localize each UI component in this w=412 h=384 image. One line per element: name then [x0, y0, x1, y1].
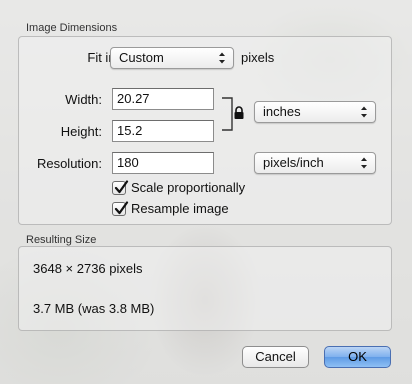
resulting-pixels: 3648 × 2736 pixels	[33, 261, 143, 276]
cancel-button[interactable]: Cancel	[242, 346, 309, 368]
resolution-unit-value: pixels/inch	[263, 155, 324, 170]
fit-into-value: Custom	[119, 50, 164, 65]
width-label: Width:	[65, 92, 102, 107]
checkmark-icon	[114, 179, 129, 193]
resolution-field[interactable]: 180	[112, 152, 214, 174]
popup-arrows-icon	[361, 106, 367, 118]
fit-into-unit: pixels	[241, 50, 275, 65]
checkbox-box[interactable]	[112, 200, 129, 216]
checkmark-icon	[114, 200, 129, 214]
resulting-size-group	[18, 246, 392, 331]
size-unit-popup[interactable]: inches	[254, 101, 376, 123]
height-label: Height:	[60, 124, 102, 139]
ok-button[interactable]: OK	[324, 346, 391, 368]
resolution-unit-popup[interactable]: pixels/inch	[254, 152, 376, 174]
fit-into-popup[interactable]: Custom	[110, 47, 234, 69]
checkbox-box[interactable]	[112, 179, 129, 195]
resulting-file-size: 3.7 MB (was 3.8 MB)	[33, 301, 155, 316]
resulting-size-label: Resulting Size	[26, 234, 97, 246]
resample-image-checkbox[interactable]: Resample image	[112, 200, 229, 216]
image-dimensions-label: Image Dimensions	[26, 22, 118, 34]
popup-arrows-icon	[361, 157, 367, 169]
resolution-label: Resolution:	[36, 156, 102, 171]
size-unit-value: inches	[263, 104, 301, 119]
height-field[interactable]: 15.2	[112, 120, 214, 142]
scale-proportionally-checkbox[interactable]: Scale proportionally	[112, 179, 246, 195]
scale-proportionally-label: Scale proportionally	[131, 180, 246, 195]
popup-arrows-icon	[219, 52, 225, 64]
lock-icon[interactable]	[233, 106, 245, 120]
width-field[interactable]: 20.27	[112, 88, 214, 110]
resample-image-label: Resample image	[131, 201, 229, 216]
